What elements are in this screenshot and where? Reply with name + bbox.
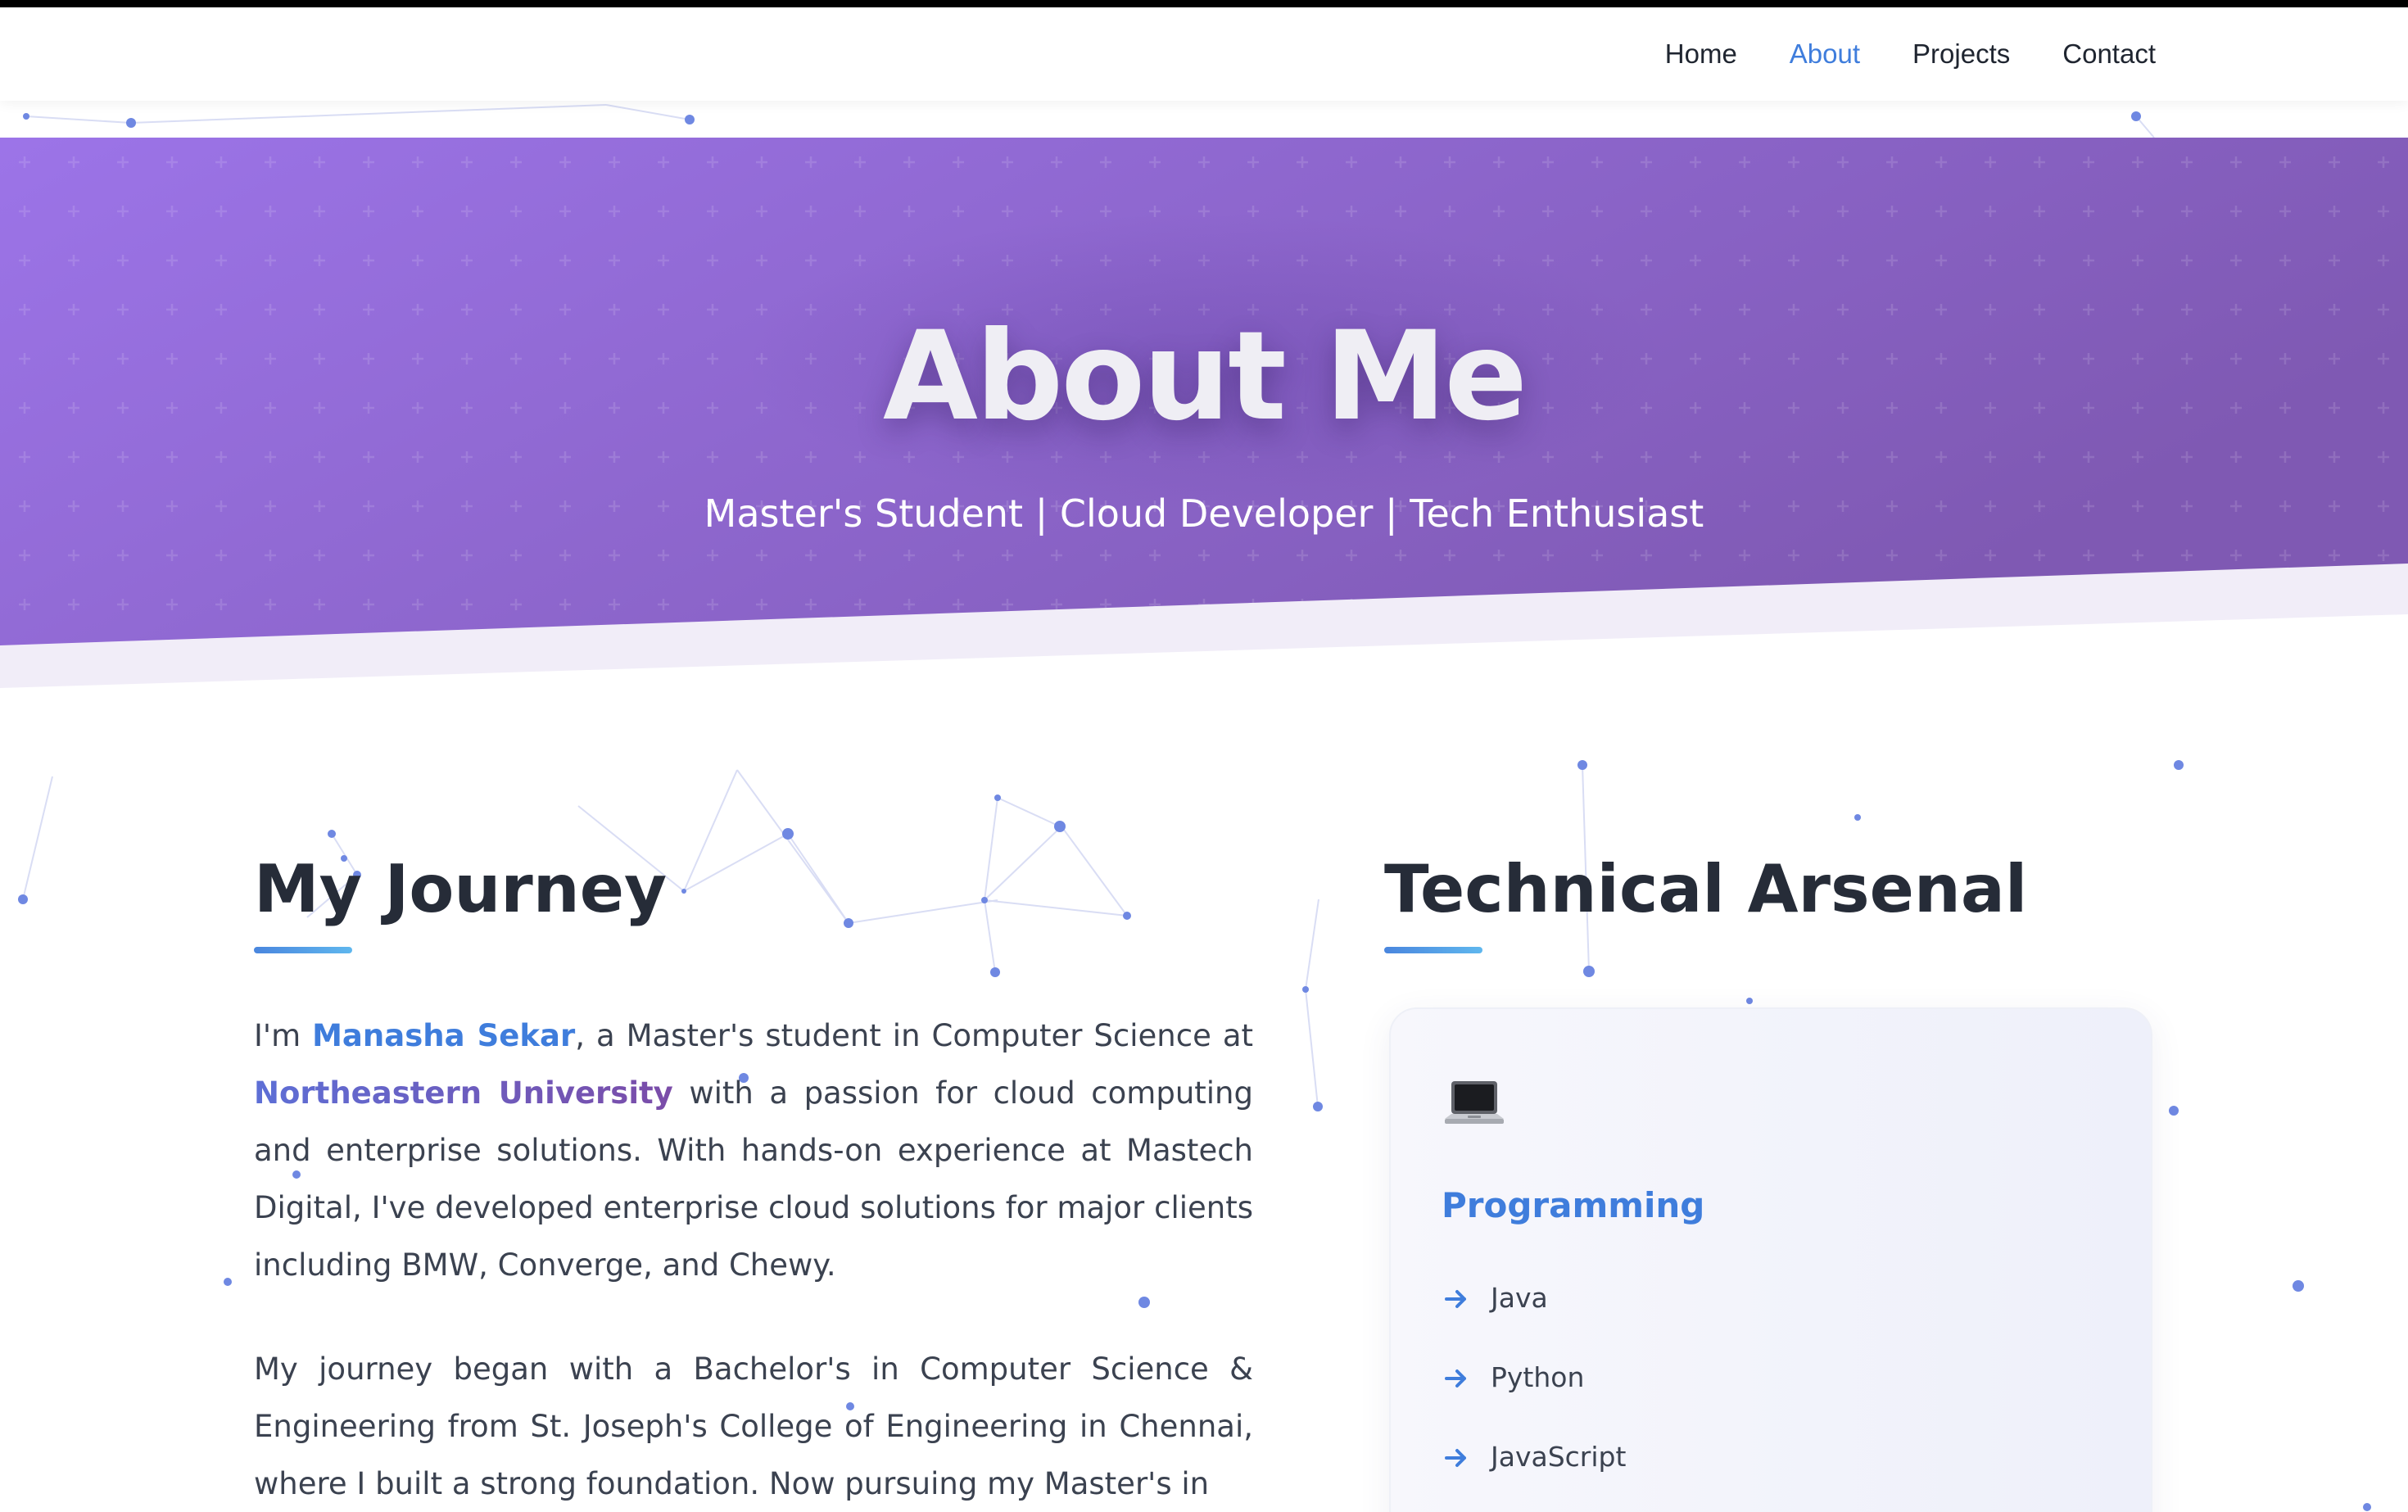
journey-paragraph-2: My journey began with a Bachelor's in Co… — [254, 1351, 1253, 1501]
skill-label: JavaScript — [1491, 1441, 1627, 1473]
programming-skill-card: Programming Java Python JavaScript — [1389, 1007, 2152, 1512]
about-page: Home About Projects Contact About Me Mas… — [0, 0, 2408, 1512]
arsenal-heading-underline — [1384, 947, 1482, 953]
nav-contact-link[interactable]: Contact — [2062, 38, 2156, 70]
arsenal-heading: Technical Arsenal — [1384, 851, 2028, 927]
journey-heading: My Journey — [254, 851, 668, 927]
journey-paragraph-1: I'm Manasha Sekar, a Master's student in… — [254, 1007, 1253, 1294]
skill-label: Java — [1491, 1282, 1548, 1314]
author-name: Manasha Sekar — [312, 1018, 576, 1053]
arrow-right-icon — [1445, 1449, 1466, 1467]
nav-home-link[interactable]: Home — [1665, 38, 1737, 70]
skill-list: Java Python JavaScript — [1442, 1278, 1626, 1512]
journey-heading-underline — [254, 947, 352, 953]
laptop-icon — [1445, 1081, 1504, 1124]
intro-text: I'm — [254, 1018, 313, 1053]
skill-item: Java — [1442, 1278, 1626, 1357]
university-name: Northeastern University — [254, 1075, 673, 1111]
nav-links: Home About Projects Contact — [1665, 7, 2156, 101]
nav-projects-link[interactable]: Projects — [1912, 38, 2010, 70]
skill-item: Python — [1442, 1357, 1626, 1437]
skill-label: Python — [1491, 1361, 1585, 1393]
nav-about-link[interactable]: About — [1790, 38, 1860, 70]
hero-subtitle: Master's Student | Cloud Developer | Tec… — [704, 491, 1704, 536]
hero-title: About Me — [882, 306, 1528, 448]
top-navbar: Home About Projects Contact — [0, 7, 2408, 101]
arrow-right-icon — [1445, 1369, 1466, 1388]
skill-card-title: Programming — [1442, 1185, 1705, 1225]
window-top-edge — [0, 0, 2408, 7]
intro-text-mid: , a Master's student in Computer Science… — [575, 1018, 1253, 1053]
skill-item: JavaScript — [1442, 1437, 1626, 1512]
arrow-right-icon — [1445, 1290, 1466, 1308]
